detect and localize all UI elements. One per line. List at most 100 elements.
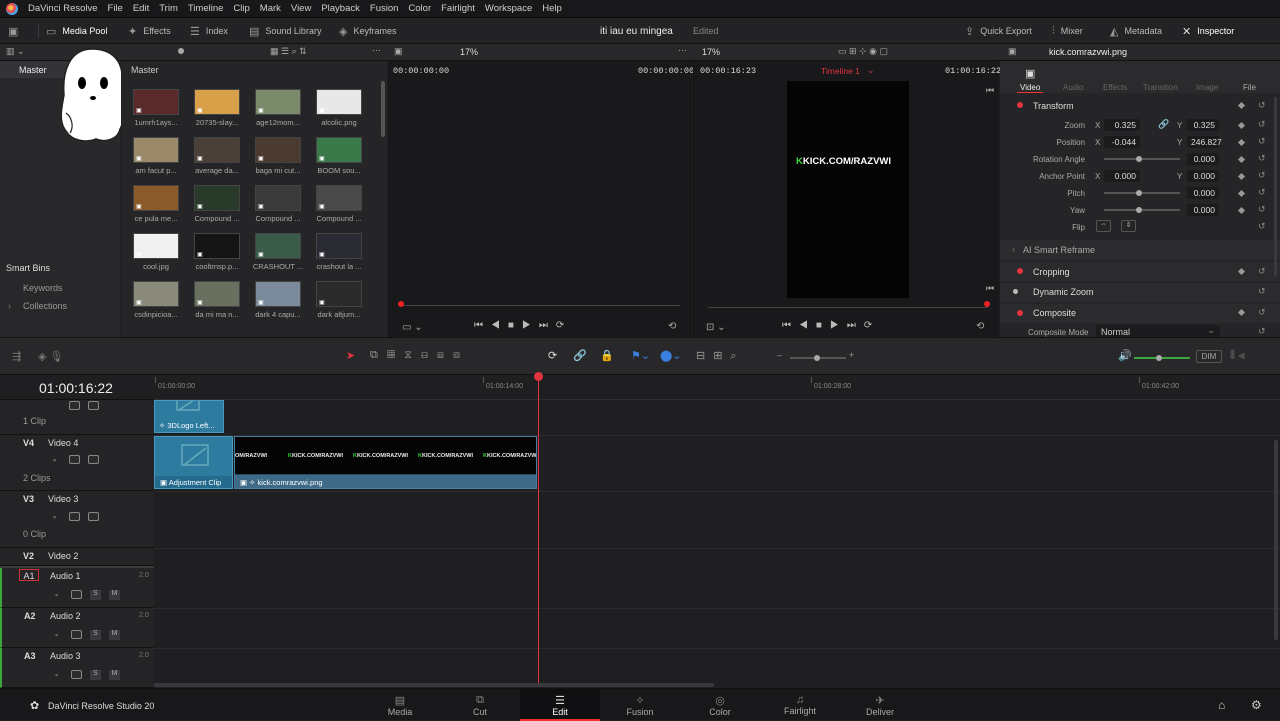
ai-reframe-chevron-icon[interactable]: › <box>1012 244 1015 254</box>
volume-icon[interactable]: 🔊 <box>1118 349 1132 362</box>
zoom-in-icon[interactable]: + <box>849 350 854 360</box>
effects-button[interactable]: ✦ Effects <box>128 18 171 44</box>
media-clip-thumbnail[interactable]: ▣ <box>255 281 301 307</box>
media-clip-thumbnail[interactable]: ▣ <box>316 281 362 307</box>
edit-tools-icons[interactable]: ⧉▦⧖⊟⧈⧇ <box>370 349 469 362</box>
rotation-slider[interactable] <box>1104 156 1180 162</box>
composite-reset-icon[interactable]: ↺ <box>1258 307 1266 318</box>
tab-file[interactable]: File <box>1243 83 1256 92</box>
tab-effects[interactable]: Effects <box>1103 83 1127 92</box>
media-clip-thumbnail[interactable]: ▣ <box>316 89 362 115</box>
dynamic-zoom-header[interactable]: Dynamic Zoom <box>1033 287 1094 297</box>
track-display-icon[interactable] <box>88 401 99 410</box>
track-name[interactable]: Audio 1 <box>50 571 81 581</box>
track-name[interactable]: Video 2 <box>48 551 78 561</box>
source-viewer[interactable]: 00:00:00:00 00:00:00:00 ▭ ⌄ ⏮◀■▶⏭⟳ ⟲ <box>388 61 694 337</box>
index-button[interactable]: ☰ Index <box>190 18 228 44</box>
more-options-icon[interactable]: ⋯ <box>372 45 381 56</box>
sound-library-button[interactable]: ▤ Sound Library <box>249 18 321 44</box>
mute-button[interactable]: M <box>109 590 120 600</box>
timeline-playhead-marker[interactable] <box>984 301 990 307</box>
keyframes-button[interactable]: ◈ Keyframes <box>339 18 396 44</box>
bin-list-toggle-icon[interactable]: ▥ ⌄ <box>6 46 25 57</box>
anchor-reset-icon[interactable]: ↺ <box>1258 170 1266 181</box>
source-loop-icon[interactable]: ⟲ <box>668 321 676 332</box>
source-playhead[interactable] <box>398 301 404 307</box>
metadata-button[interactable]: ◭ Metadata <box>1110 18 1162 44</box>
page-color[interactable]: ◎ Color <box>680 689 760 721</box>
zoom-keyframe-icon[interactable] <box>1237 121 1246 130</box>
page-cut[interactable]: ⧉ Cut <box>440 689 520 721</box>
track-display-icon[interactable] <box>88 512 99 521</box>
timeline-transport-controls[interactable]: ⏮◀■▶⏭⟳ <box>782 320 880 331</box>
mute-button[interactable]: M <box>109 670 120 680</box>
menu-playback[interactable]: Playback <box>321 3 360 14</box>
yaw-slider[interactable] <box>1104 207 1180 213</box>
composite-mode-reset-icon[interactable]: ↺ <box>1258 326 1266 337</box>
inspector-button[interactable]: ✕ Inspector <box>1182 18 1234 44</box>
media-clip-thumbnail[interactable]: ▣ <box>316 185 362 211</box>
media-clip-thumbnail[interactable]: ▣ <box>194 233 240 259</box>
page-fusion[interactable]: ✧ Fusion <box>600 689 680 721</box>
prev-frame-icon[interactable]: ⏮ <box>986 85 994 96</box>
linked-selection-icon[interactable]: 🔗 <box>573 349 587 362</box>
link-icon[interactable]: 🔗 <box>1158 119 1169 130</box>
media-clip-thumbnail[interactable]: ▣ <box>255 137 301 163</box>
video-tab-icon[interactable]: ▣ <box>1025 67 1035 80</box>
zoom-reset-icon[interactable]: ↺ <box>1258 119 1266 130</box>
flip-horizontal-button[interactable]: ⇔ <box>1096 220 1111 232</box>
selection-tool-icon[interactable]: ➤ <box>346 349 355 362</box>
tab-audio[interactable]: Audio <box>1063 83 1083 92</box>
zoom-y-field[interactable]: 0.325 <box>1187 119 1219 131</box>
track-auto-select-icon[interactable] <box>71 590 82 599</box>
gear-icon[interactable]: ⚙ <box>1251 698 1262 712</box>
track-video-toggle-icon[interactable] <box>69 455 80 464</box>
reset-icon[interactable]: ↺ <box>1258 100 1266 111</box>
media-clip-thumbnail[interactable]: ▣ <box>133 281 179 307</box>
track-auto-select-icon[interactable] <box>71 630 82 639</box>
transform-header[interactable]: Transform <box>1033 101 1074 111</box>
clip-kick-png[interactable]: OM/RAZVWI KKICK.COM/RAZVWI KKICK.COM/RAZ… <box>234 436 537 489</box>
media-clip-thumbnail[interactable]: ▣ <box>194 185 240 211</box>
snapping-icon[interactable]: ⟳ <box>548 349 557 362</box>
track-name[interactable]: Audio 2 <box>50 611 81 621</box>
solo-button[interactable]: S <box>90 590 101 600</box>
track-id[interactable]: A1 <box>19 569 39 581</box>
page-edit[interactable]: ☰ Edit <box>520 689 600 721</box>
playhead-handle[interactable] <box>534 372 543 381</box>
pitch-slider[interactable] <box>1104 190 1180 196</box>
mute-button[interactable]: M <box>109 630 120 640</box>
source-transport-controls[interactable]: ⏮◀■▶⏭⟳ <box>474 320 572 331</box>
audio-icons[interactable]: ◈ 🎙 <box>38 350 63 363</box>
source-view-options-icon[interactable]: ▭ ⌄ <box>402 322 423 333</box>
clip-grid-scrollbar[interactable] <box>381 81 385 137</box>
solo-button[interactable]: S <box>90 670 101 680</box>
menu-color[interactable]: Color <box>408 3 431 14</box>
mixer-button[interactable]: ⫶ Mixer <box>1052 18 1083 44</box>
composite-header[interactable]: Composite <box>1033 308 1076 318</box>
timeline-zoom-slider[interactable] <box>790 355 846 361</box>
zoom-mode-icons[interactable]: ⊟⊞⌕ <box>696 349 745 363</box>
media-clip-thumbnail[interactable]: ▣ <box>133 185 179 211</box>
viewer-overlay-icons[interactable]: ▭ ⊞ ⊹ ◉ ▢ <box>838 46 888 57</box>
smart-bin-collections[interactable]: Collections <box>23 301 67 311</box>
position-reset-icon[interactable]: ↺ <box>1258 136 1266 147</box>
timeline-viewer[interactable]: 00:00:16:23 Timeline 1 ⌄ 01:00:16:22 KKI… <box>693 61 1001 337</box>
monitor-volume-slider[interactable] <box>1134 355 1190 361</box>
dynamic-zoom-reset-icon[interactable]: ↺ <box>1258 286 1266 297</box>
track-name[interactable]: Video 3 <box>48 494 78 504</box>
composite-enable-toggle[interactable] <box>1017 310 1023 316</box>
menu-edit[interactable]: Edit <box>133 3 149 14</box>
dim-button[interactable]: DIM <box>1196 350 1222 363</box>
bin-master[interactable]: Master <box>19 65 47 75</box>
track-lock-icon[interactable]: ▪ <box>55 670 58 680</box>
panel-toggle-button[interactable]: ▣ <box>8 18 18 44</box>
menu-workspace[interactable]: Workspace <box>485 3 532 14</box>
anchor-y-field[interactable]: 0.000 <box>1187 170 1219 182</box>
marker-icon[interactable]: ⬤⌄ <box>660 349 682 362</box>
timeline-vertical-scrollbar[interactable] <box>1274 440 1278 640</box>
rotation-reset-icon[interactable]: ↺ <box>1258 153 1266 164</box>
keyframe-diamond-icon[interactable] <box>1237 101 1246 110</box>
tab-transition[interactable]: Transition <box>1143 83 1178 92</box>
page-media[interactable]: ▤ Media <box>360 689 440 721</box>
